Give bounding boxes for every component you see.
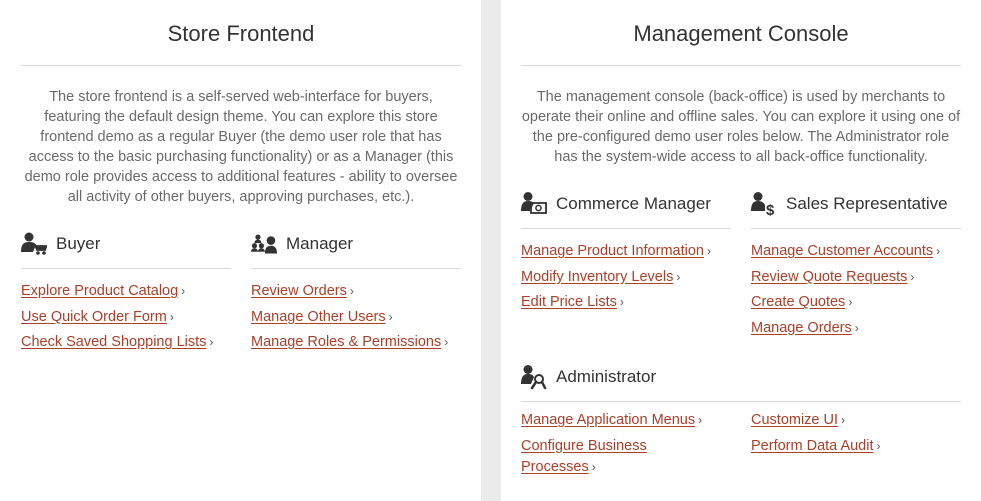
chevron-right-icon: › [349,284,354,298]
manage-other-users-link[interactable]: Manage Other Users [251,309,386,325]
manager-links: Review Orders › Manage Other Users › Manag… [251,281,461,353]
link-item: Explore Product Catalog › [21,281,231,302]
chevron-right-icon: › [209,335,214,349]
manage-product-information-link[interactable]: Manage Product Information [521,243,704,259]
chevron-right-icon: › [910,269,915,284]
link-item: Use Quick Order Form › [21,307,231,328]
management-console-description: The management console (back-office) is … [521,89,961,165]
configure-business-processes-link[interactable]: Configure Business Processes [521,438,647,475]
link-item: Check Saved Shopping Lists › [21,332,231,353]
link-item: Create Quotes › [751,292,961,313]
chevron-right-icon: › [706,244,711,258]
role-divider [521,401,961,402]
manage-roles-permissions-link[interactable]: Manage Roles & Permissions [251,334,441,350]
link-item: Modify Inventory Levels › [521,267,731,288]
buyer-section: Buyer Explore Product Catalog › Use Quick… [21,230,231,358]
chevron-right-icon: › [936,244,941,258]
sales-representative-section: $ Sales Representative Manage Customer A… [751,190,961,343]
link-item: Review Quote Requests › [751,267,961,288]
link-item: Manage Other Users › [251,307,461,328]
link-item: Edit Price Lists › [521,292,731,313]
create-quotes-link[interactable]: Create Quotes [751,294,845,310]
title-divider [521,65,961,66]
chevron-right-icon: › [676,269,681,284]
link-item: Manage Customer Accounts › [751,241,961,262]
chevron-right-icon: › [169,309,174,324]
manager-role-name: Manager [286,234,354,253]
chevron-right-icon: › [619,295,624,309]
chevron-right-icon: › [444,335,449,349]
buyer-cart-icon [21,232,47,255]
manager-team-icon [251,234,277,254]
commerce-manager-section: Commerce Manager Manage Product Informat… [521,190,731,318]
role-divider [21,268,231,269]
manager-section: Manager Review Orders › Manage Other User… [251,230,461,358]
review-quote-requests-link[interactable]: Review Quote Requests [751,269,907,285]
store-frontend-description: The store frontend is a self-served web-… [24,89,458,205]
use-quick-order-form-link[interactable]: Use Quick Order Form [21,309,167,325]
sales-representative-role-name: Sales Representative [786,194,948,213]
perform-data-audit-link[interactable]: Perform Data Audit [751,438,874,454]
chevron-right-icon: › [848,295,853,309]
link-item: Manage Application Menus › [521,410,721,431]
link-item: Review Orders › [251,281,461,302]
link-item: Configure Business Processes › [521,436,691,478]
management-console-title: Management Console [633,21,849,46]
edit-price-lists-link[interactable]: Edit Price Lists [521,294,617,310]
explore-product-catalog-link[interactable]: Explore Product Catalog [21,283,178,299]
modify-inventory-levels-link[interactable]: Modify Inventory Levels [521,269,673,285]
manage-customer-accounts-link[interactable]: Manage Customer Accounts [751,243,933,259]
chevron-right-icon: › [591,459,596,474]
store-frontend-title: Store Frontend [167,21,315,46]
administrator-links-col2: Customize UI › Perform Data Audit › [751,410,961,461]
link-item: Manage Orders › [751,318,961,339]
administrator-section: Administrator Manage Application Menus › … [521,363,961,475]
link-item: Customize UI › [751,410,961,431]
link-item: Manage Product Information › [521,241,731,262]
sales-representative-links: Manage Customer Accounts › Review Quote R… [751,241,961,339]
check-saved-shopping-lists-link[interactable]: Check Saved Shopping Lists [21,334,206,350]
commerce-manager-money-icon [521,192,547,214]
manage-orders-link[interactable]: Manage Orders [751,320,852,336]
link-item: Manage Roles & Permissions › [251,332,461,353]
buyer-role-name: Buyer [56,234,101,253]
buyer-links: Explore Product Catalog › Use Quick Order… [21,281,231,353]
chevron-right-icon: › [854,320,859,335]
title-divider [21,65,461,66]
chevron-right-icon: › [181,284,186,298]
role-divider [251,268,461,269]
panel-divider [481,0,501,501]
svg-text:$: $ [766,202,775,217]
commerce-manager-role-name: Commerce Manager [556,194,711,213]
commerce-manager-links: Manage Product Information › Modify Inven… [521,241,731,313]
chevron-right-icon: › [876,438,881,453]
administrator-role-name: Administrator [556,367,657,386]
review-orders-link[interactable]: Review Orders [251,283,347,299]
administrator-links-col1: Manage Application Menus › Configure Busi… [521,410,721,478]
manage-application-menus-link[interactable]: Manage Application Menus [521,412,695,428]
chevron-right-icon: › [388,309,393,324]
link-item: Perform Data Audit › [751,436,961,457]
role-divider [521,228,731,229]
role-divider [751,228,961,229]
sales-dollar-icon: $ [751,192,775,217]
administrator-wrench-icon [521,365,547,390]
management-console-panel: Management Console The management consol… [521,0,961,475]
customize-ui-link[interactable]: Customize UI [751,412,838,428]
chevron-right-icon: › [698,413,703,427]
chevron-right-icon: › [841,413,846,427]
store-frontend-panel: Store Frontend The store frontend is a s… [21,0,461,350]
